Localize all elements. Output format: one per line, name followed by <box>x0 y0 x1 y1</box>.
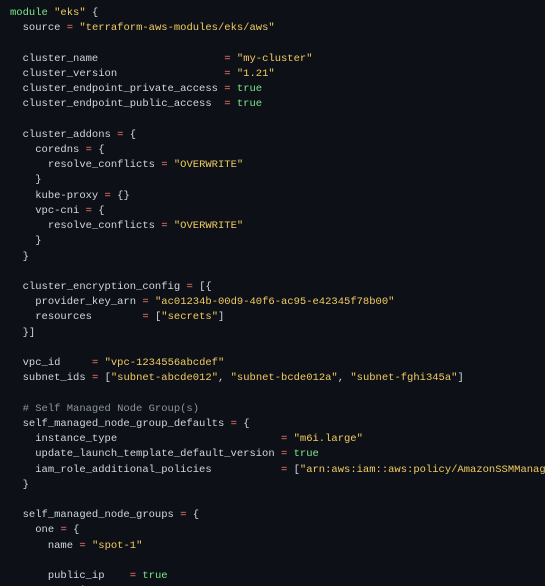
key-source: source <box>23 22 61 34</box>
val-provider-key-arn: "ac01234b-00d9-40f6-ac95-e42345f78b00" <box>155 296 394 308</box>
val-iam-policy: "arn:aws:iam::aws:policy/AmazonSSMManage… <box>300 464 545 476</box>
key-cluster-name: cluster_name <box>23 53 99 65</box>
val-secrets: "secrets" <box>161 311 218 323</box>
val-instance-type: "m6i.large" <box>294 433 363 445</box>
key-pub-access: cluster_endpoint_public_access <box>23 98 212 110</box>
key-sm-defaults: self_managed_node_group_defaults <box>23 418 225 430</box>
val-true: true <box>237 83 262 95</box>
key-kube-proxy: kube-proxy <box>35 190 98 202</box>
val-true: true <box>237 98 262 110</box>
val-subnet3: "subnet-fghi345a" <box>350 372 457 384</box>
val-vpc-id: "vpc-1234556abcdef" <box>105 357 225 369</box>
val-true: true <box>294 448 319 460</box>
val-overwrite: "OVERWRITE" <box>174 159 243 171</box>
key-resolve-conflicts: resolve_conflicts <box>48 220 155 232</box>
val-cluster-version: "1.21" <box>237 68 275 80</box>
val-cluster-name: "my-cluster" <box>237 53 313 65</box>
val-subnet1: "subnet-abcde012" <box>111 372 218 384</box>
key-update-launch: update_launch_template_default_version <box>35 448 274 460</box>
terraform-code-block: module "eks" { source = "terraform-aws-m… <box>0 0 545 586</box>
key-iam-policies: iam_role_additional_policies <box>35 464 211 476</box>
key-provider-key-arn: provider_key_arn <box>35 296 136 308</box>
key-one: one <box>35 524 54 536</box>
val-true: true <box>142 570 167 582</box>
key-public-ip: public_ip <box>48 570 105 582</box>
module-name: "eks" <box>54 7 86 19</box>
key-priv-access: cluster_endpoint_private_access <box>23 83 218 95</box>
key-enc-config: cluster_encryption_config <box>23 281 181 293</box>
val-overwrite: "OVERWRITE" <box>174 220 243 232</box>
key-resolve-conflicts: resolve_conflicts <box>48 159 155 171</box>
key-vpc-cni: vpc-cni <box>35 205 79 217</box>
key-sm-groups: self_managed_node_groups <box>23 509 174 521</box>
key-resources: resources <box>35 311 92 323</box>
key-cluster-addons: cluster_addons <box>23 129 111 141</box>
val-spot1: "spot-1" <box>92 540 142 552</box>
key-name: name <box>48 540 73 552</box>
val-subnet2: "subnet-bcde012a" <box>231 372 338 384</box>
key-coredns: coredns <box>35 144 79 156</box>
key-instance-type: instance_type <box>35 433 117 445</box>
val-source: "terraform-aws-modules/eks/aws" <box>79 22 274 34</box>
comment-self-managed: # Self Managed Node Group(s) <box>23 403 199 415</box>
key-vpc-id: vpc_id <box>23 357 61 369</box>
key-subnet-ids: subnet_ids <box>23 372 86 384</box>
key-cluster-version: cluster_version <box>23 68 118 80</box>
keyword-module: module <box>10 7 48 19</box>
